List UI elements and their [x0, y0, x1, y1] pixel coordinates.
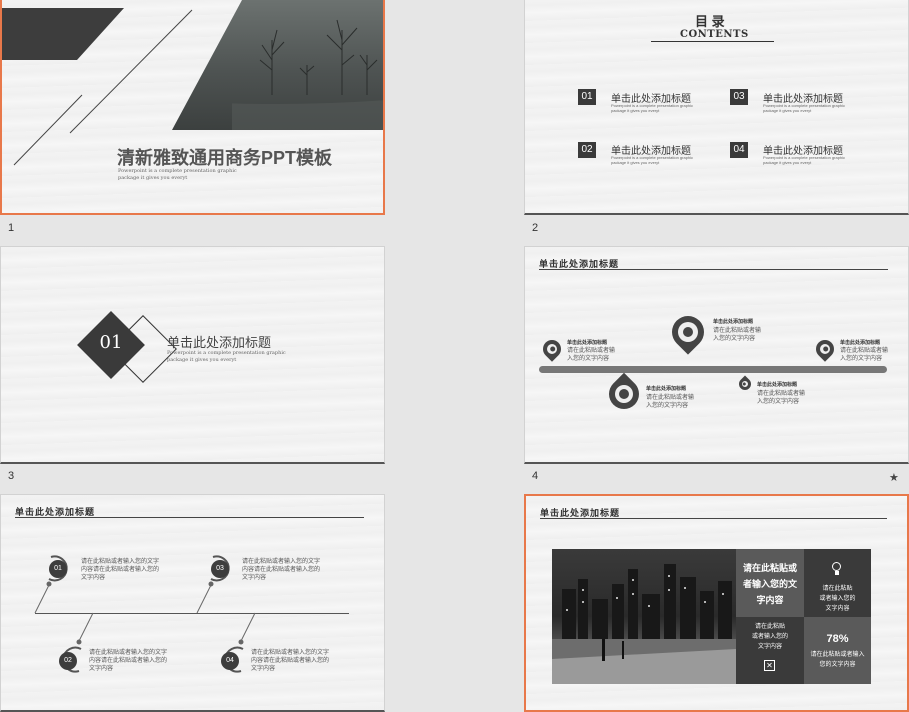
slide3-subtitle-2: package it gives you everyt: [167, 357, 237, 363]
toc-num-01: 01: [578, 89, 601, 110]
box3-text-3: 文字内容: [757, 644, 782, 650]
toc-num-03: 03: [730, 89, 753, 110]
step-text-04b: 内容请在此粘贴或者输入您的: [251, 658, 330, 664]
slide-thumbnail-2[interactable]: 目 录 CONTENTS 01 单击此处添加标题 Powerpoint is a…: [524, 0, 909, 215]
city-photo: [552, 549, 736, 684]
toc-num-02: 02: [578, 142, 601, 163]
box2-text-2: 或者输入您的: [819, 596, 856, 602]
slide-thumbnail-3[interactable]: 01 单击此处添加标题 Powerpoint is a complete pre…: [0, 246, 385, 464]
percent-value: 78%: [826, 633, 849, 645]
point-title-bottom-right: 单击此处添加标题: [757, 382, 798, 388]
slide-number-2: 2: [532, 222, 539, 234]
slide2-subtitle: CONTENTS: [680, 29, 749, 40]
box2-text-1: 请在此粘贴: [822, 586, 853, 592]
drop-pin-icon: [602, 372, 646, 416]
drop-pin-icon: [736, 375, 754, 393]
step-text-04c: 文字内容: [251, 666, 276, 672]
slide-number-1: 1: [8, 222, 15, 234]
slide1-subtitle-2: package it gives you everyt: [118, 175, 188, 181]
box4-text-1: 请在此粘贴或者输入: [810, 652, 865, 658]
point-text2-center: 入您的文字内容: [713, 336, 756, 342]
step-badge-03: 03: [211, 560, 229, 578]
step-text-03b: 内容请在此粘贴或者输入您的: [242, 567, 321, 573]
point-text1-bottom-right: 请在此粘贴或者输: [757, 391, 806, 397]
section-number: 01: [99, 332, 123, 353]
box4-text-2: 您的文字内容: [819, 662, 856, 668]
box3-text-1: 请在此粘贴: [754, 624, 785, 630]
location-pin-icon: [812, 336, 838, 362]
step-text-02c: 文字内容: [89, 666, 114, 672]
header-line: [540, 518, 887, 519]
toc-desc-02: Powerpoint is a complete presentation gr…: [611, 155, 694, 165]
point-text1-right: 请在此粘贴或者输: [840, 348, 889, 354]
step-text-02a: 请在此粘贴或者输入您的文字: [89, 650, 168, 656]
point-text2-left: 入您的文字内容: [567, 356, 610, 362]
box2-text-3: 文字内容: [825, 606, 850, 612]
step-text-01a: 请在此粘贴或者输入您的文字: [81, 559, 160, 565]
slide3-subtitle-1: Powerpoint is a complete presentation gr…: [167, 350, 286, 356]
slide1-title: 清新雅致通用商务PPT模板: [117, 148, 333, 168]
step-text-03c: 文字内容: [242, 575, 267, 581]
point-title-right: 单击此处添加标题: [840, 340, 881, 346]
slide-number-4: 4: [532, 470, 539, 482]
step-text-04a: 请在此粘贴或者输入您的文字: [251, 650, 330, 656]
step-badge-04: 04: [221, 652, 239, 670]
box3-text-2: 或者输入您的: [751, 634, 788, 640]
point-text2-right: 入您的文字内容: [840, 356, 883, 362]
connector-lines: [34, 555, 256, 673]
slide3-title: 单击此处添加标题: [167, 335, 272, 350]
feature-main-text: 请在此粘贴或者输入您的文字内容: [742, 563, 797, 605]
location-pin-icon: [539, 336, 565, 362]
tree-silhouette: [232, 19, 383, 130]
slide-thumbnail-6[interactable]: 单击此处添加标题 请在此粘贴或者输入您的文字内容 请在此粘贴 或者输入您的 文字…: [524, 494, 909, 712]
point-title-left: 单击此处添加标题: [567, 340, 608, 346]
timeline-bar: [539, 366, 887, 373]
point-text1-bottom-left: 请在此粘贴或者输: [646, 395, 695, 401]
point-text2-bottom-right: 入您的文字内容: [757, 399, 800, 405]
toc-desc-04: Powerpoint is a complete presentation gr…: [763, 155, 846, 165]
toc-desc-01: Powerpoint is a complete presentation gr…: [611, 103, 694, 113]
lightbulb-icon: [832, 562, 841, 571]
point-title-center: 单击此处添加标题: [713, 319, 754, 325]
step-text-01b: 内容请在此粘贴或者输入您的: [81, 567, 160, 573]
toc-desc-03: Powerpoint is a complete presentation gr…: [763, 103, 846, 113]
step-text-03a: 请在此粘贴或者输入您的文字: [242, 559, 321, 565]
slide-number-3: 3: [8, 470, 15, 482]
animation-star-icon[interactable]: ★: [889, 471, 899, 484]
header-line: [539, 269, 888, 270]
slide1-subtitle-1: Powerpoint is a complete presentation gr…: [118, 168, 237, 174]
step-text-01c: 文字内容: [81, 575, 106, 581]
step-text-02b: 内容请在此粘贴或者输入您的: [89, 658, 168, 664]
title-underline: [651, 41, 774, 42]
step-badge-01: 01: [49, 560, 67, 578]
slide-thumbnail-5[interactable]: 单击此处添加标题 01 03 02 04 请在此粘贴或者输入您的文字 内容请在此…: [0, 494, 385, 712]
slide-thumbnail-1[interactable]: 清新雅致通用商务PPT模板 Powerpoint is a complete p…: [0, 0, 385, 215]
point-text2-bottom-left: 入您的文字内容: [646, 403, 689, 409]
point-title-bottom-left: 单击此处添加标题: [646, 386, 687, 392]
close-icon: ✕: [764, 660, 775, 671]
point-text1-center: 请在此粘贴或者输: [713, 328, 762, 334]
slide2-title: 目 录: [695, 14, 725, 29]
step-badge-02: 02: [59, 652, 77, 670]
lightbulb-base: [835, 571, 839, 575]
point-text1-left: 请在此粘贴或者输: [567, 348, 616, 354]
location-pin-icon: [665, 309, 711, 355]
toc-num-04: 04: [730, 142, 753, 163]
slide-thumbnail-4[interactable]: 单击此处添加标题 单击此处添加标题 请在此粘贴或者输 入您的文字内容 单击此处添…: [524, 246, 909, 464]
